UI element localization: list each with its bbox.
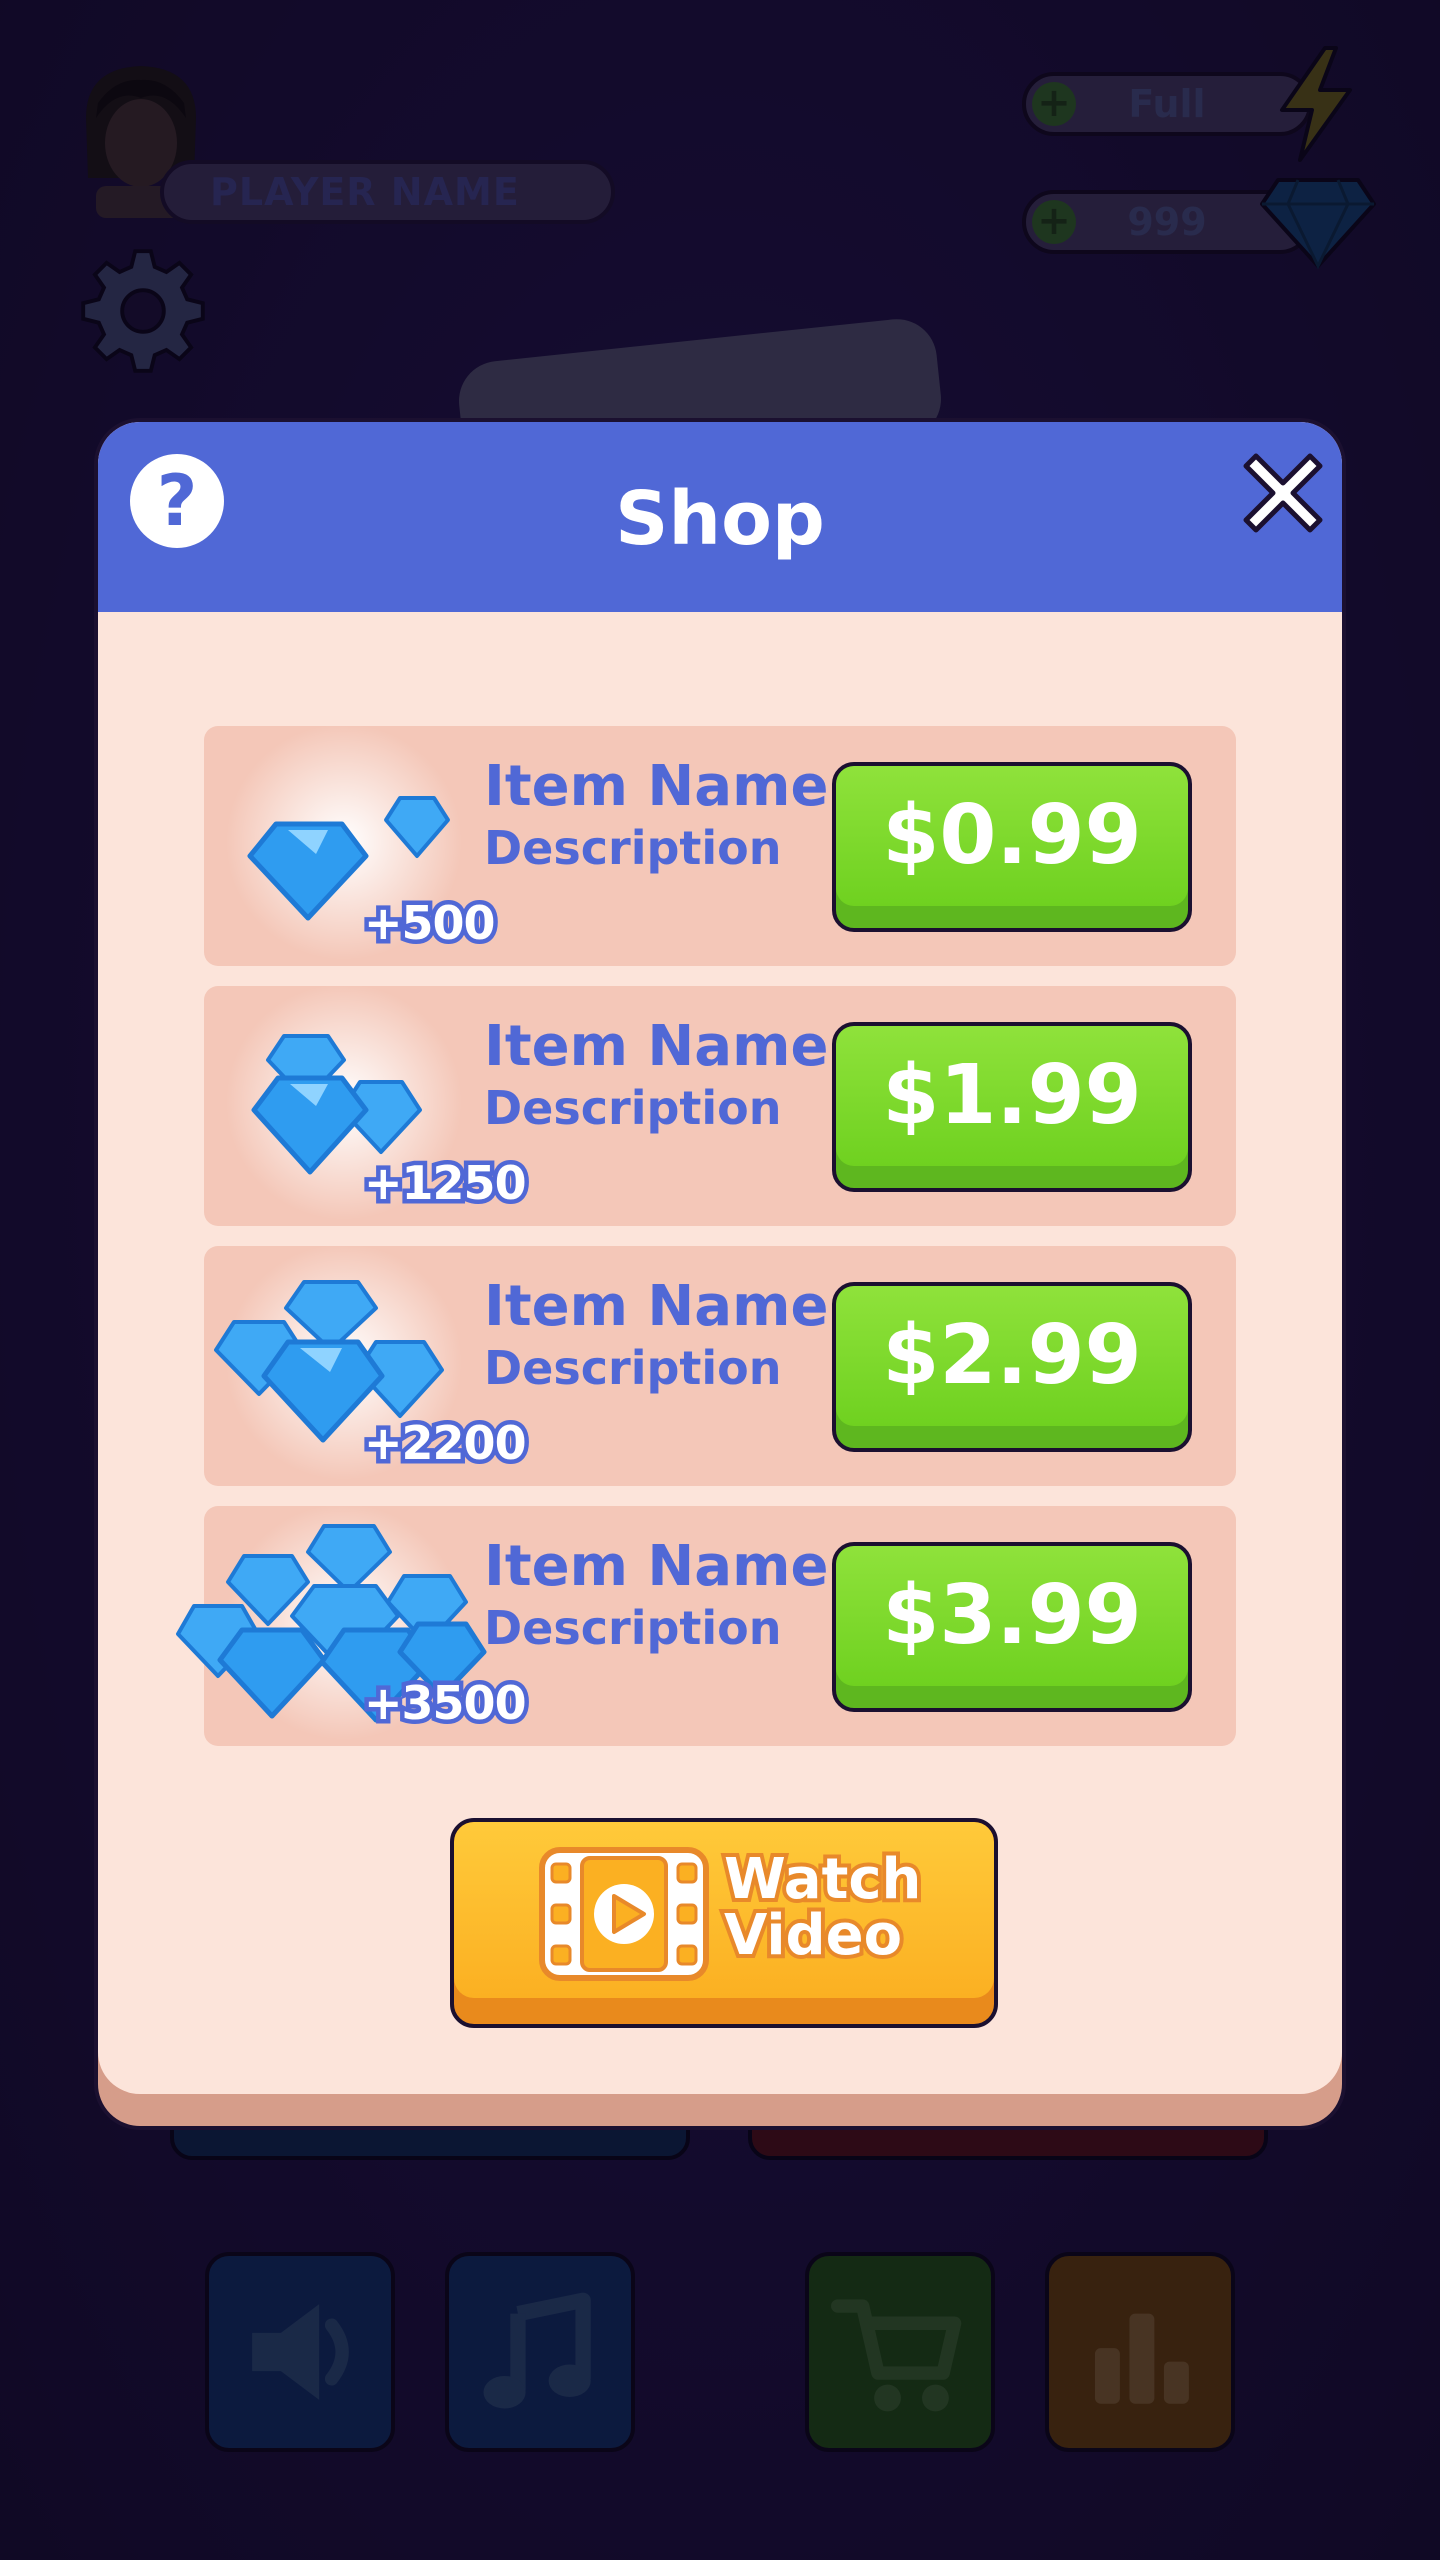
buy-button[interactable]: $2.99	[832, 1282, 1192, 1452]
price-label: $1.99	[882, 1048, 1142, 1143]
item-description: Description	[484, 821, 782, 875]
shop-item-row: +3500 Item Name Description $3.99	[176, 1504, 1236, 1746]
shop-item-row: +2200 Item Name Description $2.99	[204, 1246, 1236, 1486]
item-name: Item Name	[484, 1274, 829, 1339]
item-amount: +1250	[360, 1152, 532, 1215]
item-description: Description	[484, 1601, 782, 1655]
item-name: Item Name	[484, 1014, 829, 1079]
shop-panel: ? Shop +500 Item Name Description $0.99 …	[98, 422, 1342, 2094]
watch-video-label: Watch Video	[720, 1847, 925, 1968]
item-name: Item Name	[484, 1534, 829, 1599]
item-description: Description	[484, 1081, 782, 1135]
shop-dialog: ? Shop +500 Item Name Description $0.99 …	[94, 418, 1346, 2130]
price-label: $3.99	[882, 1568, 1142, 1663]
buy-button[interactable]: $0.99	[832, 762, 1192, 932]
shop-header: ? Shop	[98, 422, 1342, 612]
price-label: $0.99	[882, 788, 1142, 883]
shop-title: Shop	[615, 476, 825, 562]
price-label: $2.99	[882, 1308, 1142, 1403]
watch-video-button[interactable]: Watch Video	[450, 1818, 998, 2028]
item-amount: +2200	[360, 1412, 532, 1475]
item-amount: +3500	[360, 1672, 532, 1735]
film-play-icon	[539, 1847, 709, 1981]
buy-button[interactable]: $1.99	[832, 1022, 1192, 1192]
close-icon[interactable]	[1238, 446, 1328, 536]
shop-item-row: +1250 Item Name Description $1.99	[204, 986, 1236, 1226]
buy-button[interactable]: $3.99	[832, 1542, 1192, 1712]
item-amount: +500	[360, 892, 501, 955]
item-description: Description	[484, 1341, 782, 1395]
shop-item-row: +500 Item Name Description $0.99	[204, 726, 1236, 966]
item-name: Item Name	[484, 754, 829, 819]
